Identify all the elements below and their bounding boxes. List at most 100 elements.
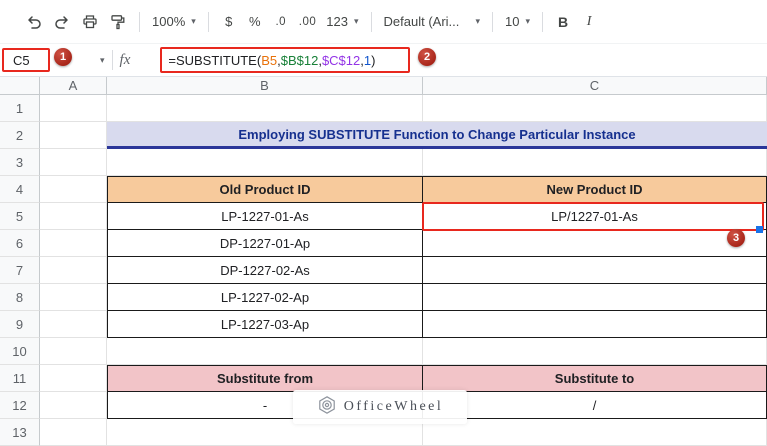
cell-C4[interactable]: New Product ID — [423, 176, 767, 203]
undo-icon — [25, 13, 43, 31]
formula-instance-number: 1 — [363, 52, 372, 68]
cell-B6[interactable]: DP-1227-01-Ap — [107, 230, 423, 257]
cell-B10[interactable] — [107, 338, 423, 365]
cell-C1[interactable] — [423, 95, 767, 122]
cell-A6[interactable] — [40, 230, 107, 257]
cell-A8[interactable] — [40, 284, 107, 311]
name-box[interactable]: C5 — [2, 48, 50, 72]
more-formats-label: 123 — [326, 14, 348, 29]
more-formats-button[interactable]: 123 ▾ — [321, 8, 363, 36]
cell-C10[interactable] — [423, 338, 767, 365]
row-header-6[interactable]: 6 — [0, 230, 40, 257]
cell-C6[interactable] — [423, 230, 767, 257]
zoom-value: 100% — [152, 14, 186, 29]
italic-button[interactable]: I — [576, 8, 602, 36]
cell-C5-active[interactable]: LP/1227-01-As — [423, 203, 767, 230]
row-header-2[interactable]: 2 — [0, 122, 40, 149]
increase-decimal-button[interactable]: .00 — [294, 8, 322, 36]
annotation-badge-2: 2 — [418, 48, 436, 66]
format-percent-button[interactable]: % — [242, 8, 268, 36]
row-header-12[interactable]: 12 — [0, 392, 40, 419]
row-header-4[interactable]: 4 — [0, 176, 40, 203]
row-header-5[interactable]: 5 — [0, 203, 40, 230]
cell-A4[interactable] — [40, 176, 107, 203]
font-size-value: 10 — [505, 14, 520, 29]
annotation-badge-1: 1 — [54, 48, 72, 66]
font-family-value: Default (Ari... — [383, 14, 460, 29]
cell-B8[interactable]: LP-1227-02-Ap — [107, 284, 423, 311]
chevron-down-icon: ▾ — [525, 16, 531, 26]
cell-C7[interactable] — [423, 257, 767, 284]
toolbar-divider — [139, 11, 140, 32]
chevron-down-icon: ▾ — [353, 16, 359, 26]
formula-bar: C5 ▾ fx =SUBSTITUTE(B5, $B$12, $C$12, 1) — [0, 44, 767, 77]
cell-A1[interactable] — [40, 95, 107, 122]
row-header-9[interactable]: 9 — [0, 311, 40, 338]
column-header-B[interactable]: B — [107, 77, 423, 95]
print-button[interactable] — [76, 8, 104, 36]
font-size-select[interactable]: 10 ▾ — [500, 8, 535, 36]
font-family-select[interactable]: Default (Ari... ▾ — [379, 8, 486, 36]
cell-A10[interactable] — [40, 338, 107, 365]
officewheel-logo-icon — [317, 395, 337, 420]
cell-C12[interactable]: / — [423, 392, 767, 419]
bold-button[interactable]: B — [550, 8, 576, 36]
toolbar-divider — [207, 11, 209, 32]
cell-A9[interactable] — [40, 311, 107, 338]
cell-B4[interactable]: Old Product ID — [107, 176, 423, 203]
paint-format-icon — [109, 13, 127, 31]
cell-B3[interactable] — [107, 149, 423, 176]
cell-A7[interactable] — [40, 257, 107, 284]
cell-A2[interactable] — [40, 122, 107, 149]
cell-B7[interactable]: DP-1227-02-As — [107, 257, 423, 284]
row-header-1[interactable]: 1 — [0, 95, 40, 122]
cell-B5[interactable]: LP-1227-01-As — [107, 203, 423, 230]
chevron-down-icon: ▾ — [191, 16, 196, 26]
cell-C9[interactable] — [423, 311, 767, 338]
row-header-10[interactable]: 10 — [0, 338, 40, 365]
annotation-badge-3: 3 — [727, 229, 745, 247]
toolbar-divider — [370, 11, 372, 32]
row-header-3[interactable]: 3 — [0, 149, 40, 176]
formula-input[interactable]: =SUBSTITUTE(B5, $B$12, $C$12, 1) — [160, 47, 411, 73]
select-all-corner[interactable] — [0, 77, 40, 95]
formula-close-paren: ) — [371, 52, 376, 68]
fill-handle[interactable] — [756, 226, 763, 233]
cell-C8[interactable] — [423, 284, 767, 311]
row-header-13[interactable]: 13 — [0, 419, 40, 446]
cell-B9[interactable]: LP-1227-03-Ap — [107, 311, 423, 338]
cell-C3[interactable] — [423, 149, 767, 176]
row-header-8[interactable]: 8 — [0, 284, 40, 311]
toolbar: 100% ▾ $ % .0 .00 123 ▾ Default (Ari... … — [0, 0, 767, 44]
cell-B1[interactable] — [107, 95, 423, 122]
formula-ref-b12: $B$12 — [280, 52, 319, 68]
print-icon — [81, 13, 99, 31]
cell-A12[interactable] — [40, 392, 107, 419]
paint-format-button[interactable] — [104, 8, 132, 36]
formula-bar-divider — [111, 50, 113, 70]
cell-B11[interactable]: Substitute from — [107, 365, 423, 392]
formula-function: =SUBSTITUTE( — [168, 52, 262, 68]
column-header-C[interactable]: C — [423, 77, 767, 95]
officewheel-watermark: OfficeWheel — [293, 390, 467, 424]
formula-ref-c12: $C$12 — [321, 52, 361, 68]
row-header-7[interactable]: 7 — [0, 257, 40, 284]
cell-B2-title[interactable]: Employing SUBSTITUTE Function to Change … — [107, 122, 767, 149]
cell-A3[interactable] — [40, 149, 107, 176]
format-currency-button[interactable]: $ — [216, 8, 242, 36]
cell-C13[interactable] — [423, 419, 767, 446]
cell-A13[interactable] — [40, 419, 107, 446]
redo-button[interactable] — [48, 8, 76, 36]
toolbar-divider — [492, 11, 494, 32]
zoom-select[interactable]: 100% ▾ — [147, 8, 201, 36]
chevron-down-icon: ▾ — [475, 16, 481, 26]
decrease-decimal-button[interactable]: .0 — [268, 8, 294, 36]
redo-icon — [53, 13, 71, 31]
undo-button[interactable] — [20, 8, 48, 36]
cell-A5[interactable] — [40, 203, 107, 230]
name-box-chevron-icon[interactable]: ▾ — [100, 55, 105, 65]
column-header-A[interactable]: A — [40, 77, 107, 95]
cell-A11[interactable] — [40, 365, 107, 392]
cell-C11[interactable]: Substitute to — [423, 365, 767, 392]
row-header-11[interactable]: 11 — [0, 365, 40, 392]
